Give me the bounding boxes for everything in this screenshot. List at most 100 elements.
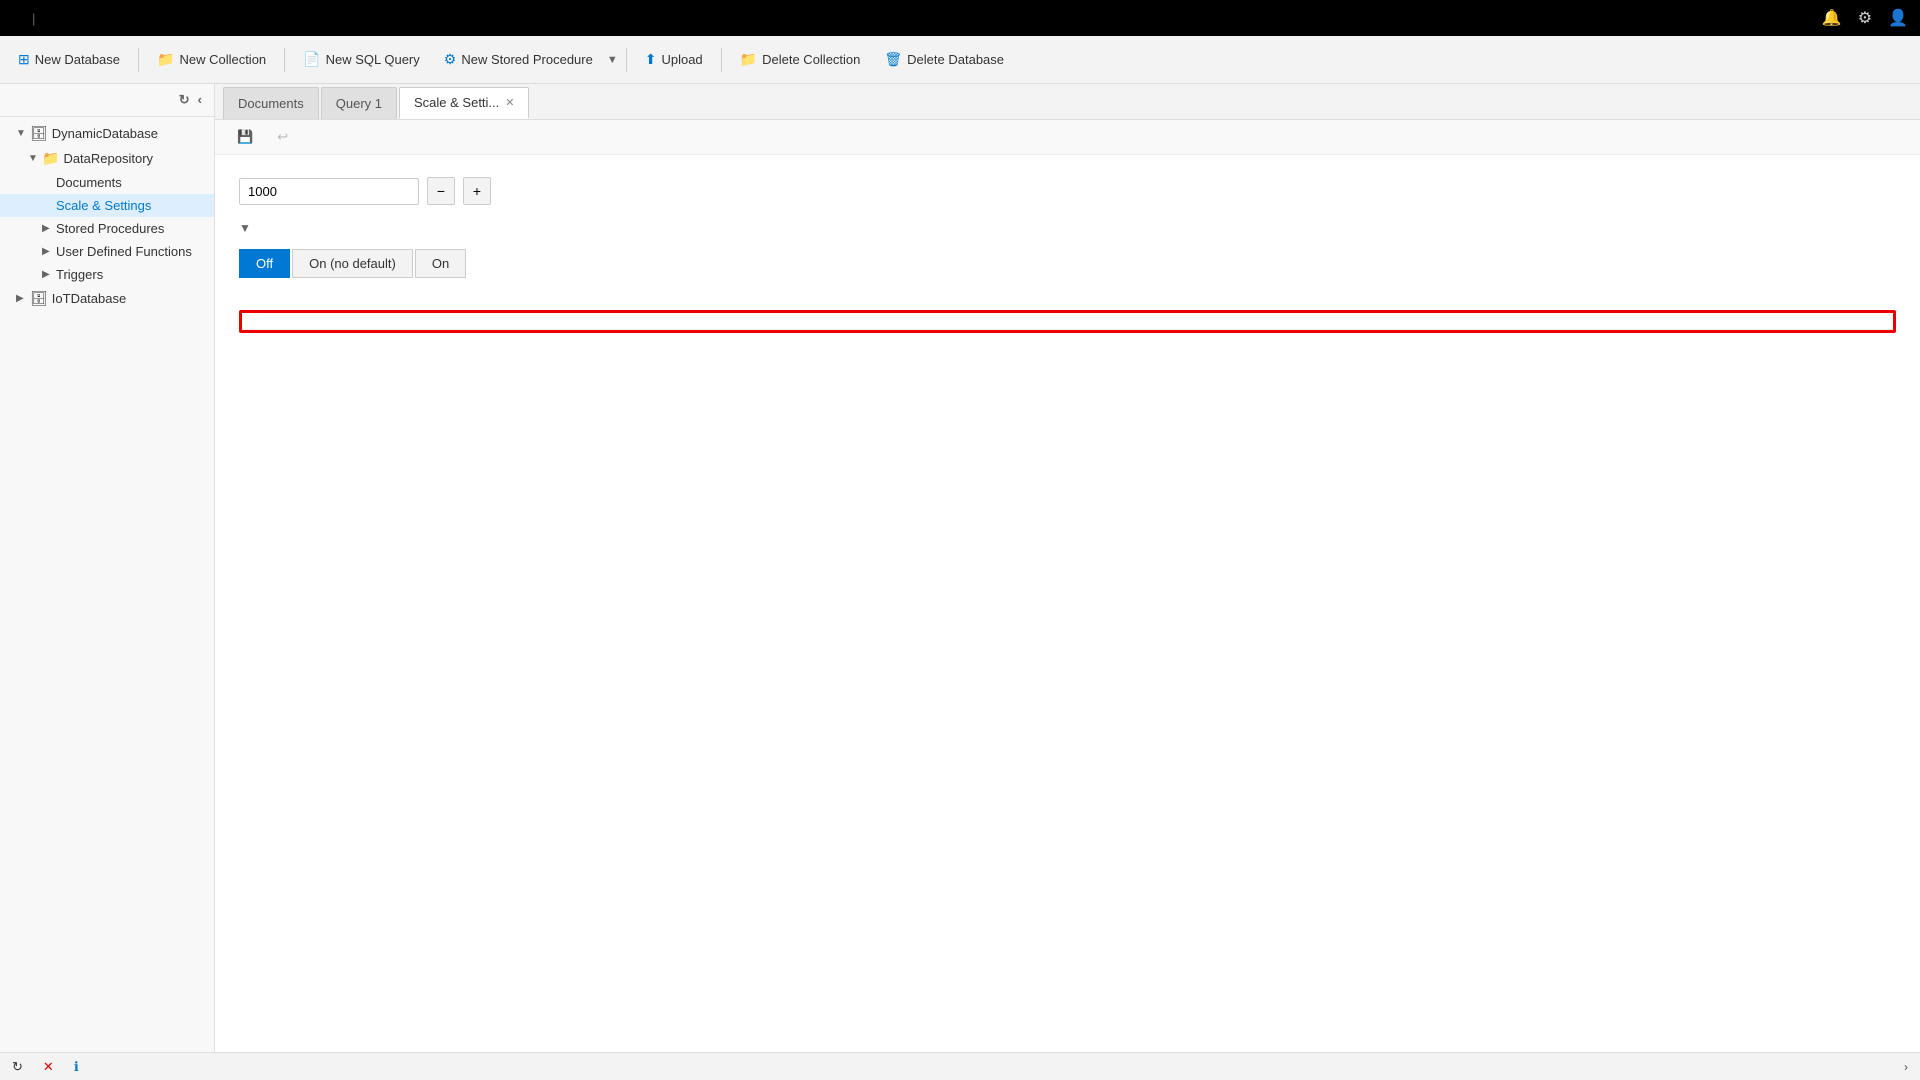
indexing-policy-container bbox=[239, 310, 1896, 333]
sidebar-item-documents[interactable]: Documents bbox=[0, 171, 214, 194]
tab-scale-settings-label: Scale & Setti... bbox=[414, 95, 499, 110]
upload-button[interactable]: ⬆ Upload bbox=[635, 45, 713, 74]
sidebar-item-stored-procedures[interactable]: ▶ Stored Procedures bbox=[0, 217, 214, 240]
new-database-button[interactable]: ⊞ New Database bbox=[8, 45, 130, 74]
new-sql-query-label: New SQL Query bbox=[326, 52, 420, 67]
toolbar-separator-1 bbox=[138, 48, 139, 72]
toolbar: ⊞ New Database 📁 New Collection 📄 New SQ… bbox=[0, 36, 1920, 84]
upload-label: Upload bbox=[661, 52, 702, 67]
notification-icon[interactable]: 🔔 bbox=[1822, 8, 1842, 28]
sidebar-item-user-defined-functions[interactable]: ▶ User Defined Functions bbox=[0, 240, 214, 263]
breadcrumb-sep1: | bbox=[32, 11, 35, 26]
delete-collection-label: Delete Collection bbox=[762, 52, 860, 67]
indexing-policy-title bbox=[242, 313, 1893, 330]
database-icon: 🗄 bbox=[30, 290, 48, 307]
collection-icon: 📁 bbox=[42, 150, 59, 167]
new-database-label: New Database bbox=[35, 52, 120, 67]
scale-settings-content: − + ▼ Off bbox=[215, 155, 1920, 294]
tab-documents[interactable]: Documents bbox=[223, 87, 319, 119]
sidebar-item-data-repository[interactable]: ▼ 📁 DataRepository bbox=[0, 146, 214, 171]
dropdown-arrow[interactable]: ▼ bbox=[607, 54, 618, 66]
throughput-input[interactable] bbox=[239, 178, 419, 205]
upload-icon: ⬆ bbox=[645, 51, 657, 68]
tab-documents-label: Documents bbox=[238, 96, 304, 111]
save-button[interactable]: 💾 bbox=[231, 126, 263, 148]
refresh-icon[interactable]: ↻ bbox=[179, 92, 190, 108]
toolbar-separator-2 bbox=[284, 48, 285, 72]
expand-arrow: ▶ bbox=[42, 269, 56, 280]
collapse-icon[interactable]: ‹ bbox=[198, 92, 202, 108]
throughput-group: − + bbox=[239, 177, 1896, 205]
new-collection-button[interactable]: 📁 New Collection bbox=[147, 45, 276, 74]
sidebar-header-icons: ↻ ‹ bbox=[179, 92, 202, 108]
tabs-bar: Documents Query 1 Scale & Setti... ✕ bbox=[215, 84, 1920, 120]
discard-icon: ↩ bbox=[277, 129, 288, 145]
new-stored-procedure-button[interactable]: ⚙ New Stored Procedure bbox=[434, 45, 603, 74]
titlebar-icons: 🔔 ⚙ 👤 bbox=[1822, 8, 1908, 28]
expand-arrow: ▶ bbox=[42, 223, 56, 234]
sidebar-item-label: User Defined Functions bbox=[56, 244, 192, 259]
content-area: Documents Query 1 Scale & Setti... ✕ 💾 ↩ bbox=[215, 84, 1920, 1052]
settings-section: ▼ Off On (no default) On bbox=[239, 221, 1896, 278]
delete-collection-button[interactable]: 📁 Delete Collection bbox=[730, 45, 871, 74]
settings-header[interactable]: ▼ bbox=[239, 221, 1896, 235]
status-right-arrow: › bbox=[1904, 1060, 1908, 1074]
expand-arrow: ▼ bbox=[16, 128, 30, 139]
toolbar-separator-4 bbox=[721, 48, 722, 72]
tab-scale-settings[interactable]: Scale & Setti... ✕ bbox=[399, 87, 529, 119]
discard-button[interactable]: ↩ bbox=[271, 126, 298, 148]
info-status-icon: ℹ bbox=[74, 1059, 79, 1075]
expand-arrow: ▶ bbox=[16, 293, 30, 304]
new-sql-query-button[interactable]: 📄 New SQL Query bbox=[293, 45, 430, 74]
sidebar-header: ↻ ‹ bbox=[0, 84, 214, 117]
sidebar-tree: ▼ 🗄 DynamicDatabase ▼ 📁 DataRepository D… bbox=[0, 117, 214, 315]
delete-collection-icon: 📁 bbox=[740, 51, 757, 68]
expand-arrow: ▼ bbox=[28, 153, 42, 164]
sidebar-item-label: Scale & Settings bbox=[56, 198, 151, 213]
new-collection-label: New Collection bbox=[179, 52, 266, 67]
sidebar: ↻ ‹ ▼ 🗄 DynamicDatabase ▼ 📁 DataReposito… bbox=[0, 84, 215, 1052]
delete-database-button[interactable]: 🗑 Delete Database bbox=[874, 45, 1014, 74]
tab-content: 💾 ↩ − + bbox=[215, 120, 1920, 1052]
new-database-icon: ⊞ bbox=[18, 51, 30, 68]
delete-database-icon: 🗑 bbox=[884, 51, 902, 68]
decrement-button[interactable]: − bbox=[427, 177, 455, 205]
section-collapse-icon: ▼ bbox=[239, 221, 251, 235]
titlebar: | 🔔 ⚙ 👤 bbox=[0, 0, 1920, 36]
ttl-on-button[interactable]: On bbox=[415, 249, 466, 278]
ttl-on-no-default-button[interactable]: On (no default) bbox=[292, 249, 413, 278]
error-status-icon: ✕ bbox=[43, 1059, 54, 1075]
sidebar-item-dynamic-database[interactable]: ▼ 🗄 DynamicDatabase bbox=[0, 121, 214, 146]
sidebar-item-label: Documents bbox=[56, 175, 122, 190]
database-icon: 🗄 bbox=[30, 125, 48, 142]
sidebar-item-scale-settings[interactable]: Scale & Settings bbox=[0, 194, 214, 217]
save-icon: 💾 bbox=[237, 129, 253, 145]
tab-query1[interactable]: Query 1 bbox=[321, 87, 397, 119]
sidebar-item-label: IoTDatabase bbox=[52, 291, 126, 306]
new-stored-procedure-icon: ⚙ bbox=[444, 51, 457, 68]
account-icon[interactable]: 👤 bbox=[1888, 8, 1908, 28]
increment-button[interactable]: + bbox=[463, 177, 491, 205]
settings-icon[interactable]: ⚙ bbox=[1858, 8, 1872, 28]
status-bar: ↻ ✕ ℹ › bbox=[0, 1052, 1920, 1080]
sidebar-item-iot-database[interactable]: ▶ 🗄 IoTDatabase bbox=[0, 286, 214, 311]
action-bar: 💾 ↩ bbox=[215, 120, 1920, 155]
delete-database-label: Delete Database bbox=[907, 52, 1004, 67]
sidebar-item-label: DataRepository bbox=[63, 151, 153, 166]
sidebar-item-triggers[interactable]: ▶ Triggers bbox=[0, 263, 214, 286]
tab-close-icon[interactable]: ✕ bbox=[505, 96, 514, 109]
status-refresh: ↻ bbox=[12, 1059, 27, 1075]
throughput-row: − + bbox=[239, 177, 1896, 205]
status-error: ✕ bbox=[43, 1059, 58, 1075]
main-layout: ↻ ‹ ▼ 🗄 DynamicDatabase ▼ 📁 DataReposito… bbox=[0, 84, 1920, 1052]
ttl-off-button[interactable]: Off bbox=[239, 249, 290, 278]
new-sql-query-icon: 📄 bbox=[303, 51, 320, 68]
new-collection-icon: 📁 bbox=[157, 51, 174, 68]
sidebar-item-label: Triggers bbox=[56, 267, 103, 282]
ttl-buttons: Off On (no default) On bbox=[239, 249, 1896, 278]
refresh-status-icon: ↻ bbox=[12, 1059, 23, 1075]
status-info: ℹ bbox=[74, 1059, 83, 1075]
tab-query1-label: Query 1 bbox=[336, 96, 382, 111]
toolbar-separator-3 bbox=[626, 48, 627, 72]
sidebar-item-label: Stored Procedures bbox=[56, 221, 164, 236]
